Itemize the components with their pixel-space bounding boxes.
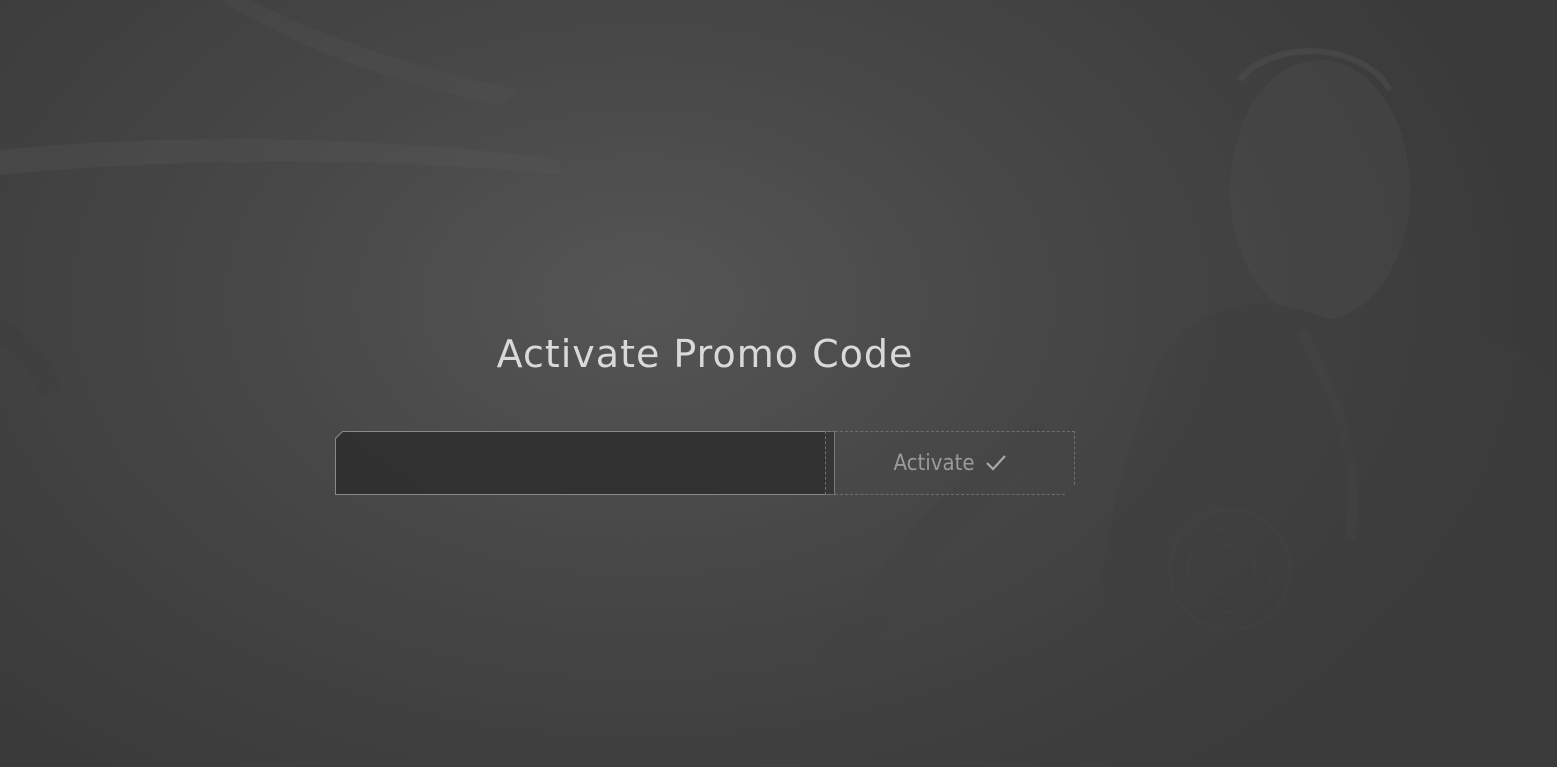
checkmark-icon	[985, 454, 1007, 472]
background-artwork	[0, 0, 1557, 767]
activate-button[interactable]: Activate	[825, 431, 1075, 495]
activate-button-label: Activate	[893, 450, 975, 476]
promo-code-form: Activate	[335, 431, 1075, 495]
promo-code-input[interactable]	[335, 431, 835, 495]
page-title: Activate Promo Code	[496, 332, 914, 376]
